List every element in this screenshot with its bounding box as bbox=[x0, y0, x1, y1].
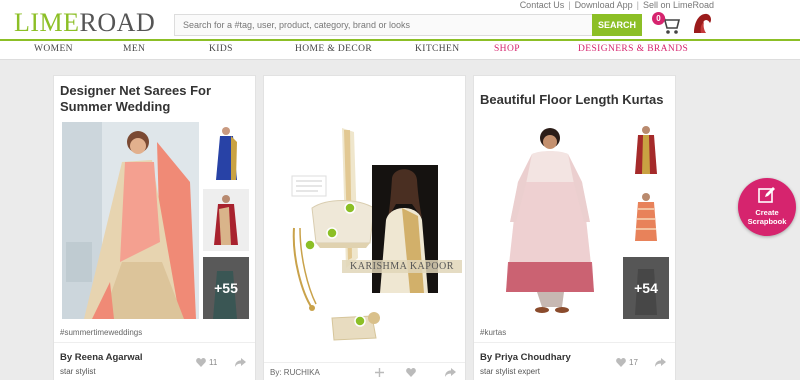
heart-icon bbox=[196, 358, 206, 367]
main-nav: WOMEN MEN KIDS HOME & DECOR KITCHEN SHOP… bbox=[0, 39, 800, 60]
profile-avatar[interactable] bbox=[690, 11, 714, 35]
download-app-link[interactable]: Download App bbox=[575, 0, 633, 10]
hashtag-link[interactable]: #kurtas bbox=[480, 328, 506, 337]
nav-kitchen[interactable]: KITCHEN bbox=[415, 44, 460, 54]
card-title: Beautiful Floor Length Kurtas bbox=[480, 92, 664, 107]
kurta-thumb-2[interactable] bbox=[623, 189, 669, 251]
look-card-karishma[interactable]: KARISHMA KAPOOR By: RUCHIKA bbox=[263, 75, 466, 380]
look-card-kurtas[interactable]: Beautiful Floor Length Kurtas +54 #kurta… bbox=[473, 75, 676, 380]
heart-icon[interactable] bbox=[406, 368, 416, 377]
like-button[interactable]: 11 bbox=[196, 358, 217, 367]
nav-designers-brands[interactable]: DESIGNERS & BRANDS bbox=[578, 44, 688, 54]
collage-image bbox=[272, 108, 462, 358]
sell-link[interactable]: Sell on LimeRoad bbox=[643, 0, 714, 10]
nav-shop[interactable]: SHOP bbox=[494, 44, 520, 54]
like-count: 11 bbox=[209, 358, 218, 367]
more-items-overlay[interactable]: +55 bbox=[203, 257, 249, 319]
like-count: 17 bbox=[629, 358, 638, 367]
look-card-sarees[interactable]: Designer Net Sarees For Summer Wedding +… bbox=[53, 75, 256, 380]
contact-us-link[interactable]: Contact Us bbox=[520, 0, 565, 10]
author-title: star stylist expert bbox=[480, 367, 541, 376]
card-title: Designer Net Sarees For Summer Wedding bbox=[60, 83, 212, 114]
saree-thumb-1[interactable] bbox=[203, 122, 249, 184]
nav-kids[interactable]: KIDS bbox=[209, 44, 233, 54]
author-title: star stylist bbox=[60, 367, 96, 376]
like-button[interactable]: 17 bbox=[616, 358, 638, 367]
share-arrow-icon[interactable] bbox=[445, 368, 456, 377]
search-bar: SEARCH bbox=[174, 14, 642, 36]
kurta-thumb-3[interactable]: +54 bbox=[623, 257, 669, 319]
create-scrapbook-button[interactable]: Create Scrapbook bbox=[738, 178, 796, 236]
kurta-thumb-1[interactable] bbox=[623, 122, 669, 184]
hashtag-link[interactable]: #summertimeweddings bbox=[60, 328, 142, 337]
celeb-caption: KARISHMA KAPOOR bbox=[342, 260, 462, 273]
saree-thumb-2[interactable] bbox=[203, 189, 249, 251]
saree-main-image[interactable] bbox=[62, 122, 199, 319]
avatar-icon bbox=[694, 13, 711, 33]
nav-home-decor[interactable]: HOME & DECOR bbox=[295, 44, 372, 54]
saree-thumb-3[interactable]: +55 bbox=[203, 257, 249, 319]
author-name[interactable]: By Priya Choudhary bbox=[480, 352, 571, 363]
collage-author[interactable]: By: RUCHIKA bbox=[270, 368, 320, 377]
site-header: LIMEROAD Contact Us | Download App | Sel… bbox=[0, 0, 800, 41]
nav-men[interactable]: MEN bbox=[123, 44, 145, 54]
limeroad-logo[interactable]: LIMEROAD bbox=[14, 9, 155, 37]
search-input[interactable] bbox=[175, 15, 591, 35]
share-arrow-icon[interactable] bbox=[655, 358, 666, 367]
nav-women[interactable]: WOMEN bbox=[34, 44, 73, 54]
edit-pencil-icon bbox=[758, 187, 775, 203]
share-arrow-icon[interactable] bbox=[235, 358, 246, 367]
top-links: Contact Us | Download App | Sell on Lime… bbox=[519, 0, 714, 10]
more-items-overlay[interactable]: +54 bbox=[623, 257, 669, 319]
cart-count-badge: 0 bbox=[652, 12, 665, 25]
cart-button[interactable]: 0 bbox=[652, 12, 682, 36]
scrapbook-collage[interactable]: KARISHMA KAPOOR bbox=[272, 108, 462, 358]
search-button[interactable]: SEARCH bbox=[592, 14, 642, 36]
kurta-photo bbox=[482, 122, 619, 319]
saree-photo bbox=[62, 122, 199, 319]
heart-icon bbox=[616, 358, 626, 367]
author-name[interactable]: By Reena Agarwal bbox=[60, 352, 143, 363]
add-to-scrapbook-icon[interactable] bbox=[375, 368, 384, 377]
kurta-main-image[interactable] bbox=[482, 122, 619, 319]
